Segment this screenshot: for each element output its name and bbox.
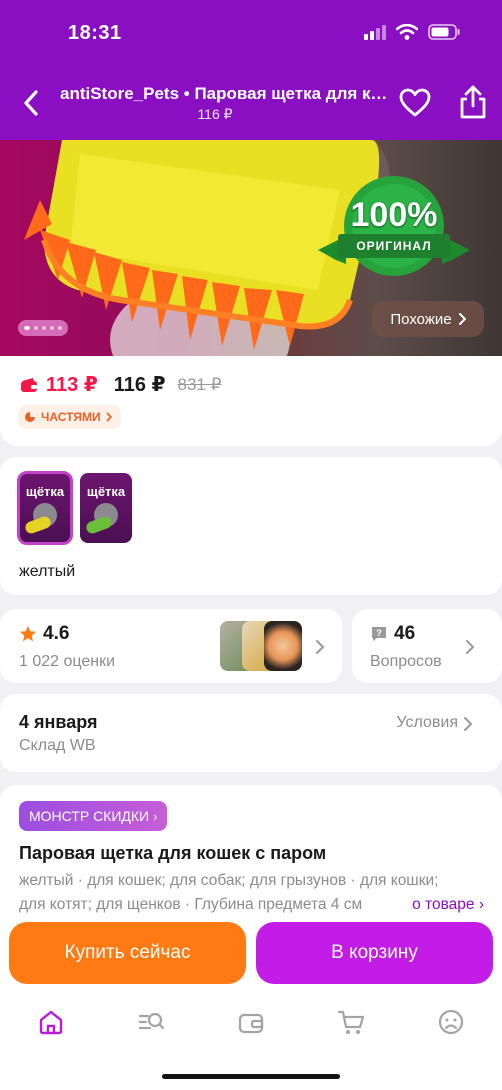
questions-count: 46	[394, 623, 416, 644]
color-swatch-alt[interactable]: щётка	[80, 473, 132, 543]
regular-price: 116 ₽	[113, 374, 166, 396]
wallet-tab-icon[interactable]	[237, 1008, 265, 1036]
rating-card[interactable]: 4.6 1 022 оценки	[0, 609, 342, 683]
installments-button[interactable]: ЧАСТЯМИ	[18, 405, 121, 429]
delivery-date: 4 января	[19, 712, 98, 732]
original-badge-label: ОРИГИНАЛ	[356, 239, 432, 253]
status-time: 18:31	[68, 22, 122, 44]
wallet-price: 113 ₽	[46, 374, 98, 396]
wifi-icon	[396, 24, 418, 40]
price-row: 113 ₽ 116 ₽ 831 ₽	[20, 372, 221, 397]
status-bar: 18:31	[0, 22, 502, 48]
chevron-right-icon	[466, 640, 475, 654]
price-card: 113 ₽ 116 ₽ 831 ₽ ЧАСТЯМИ	[0, 356, 502, 446]
svg-text:?: ?	[376, 628, 382, 638]
review-photos[interactable]	[220, 621, 304, 671]
cart-icon[interactable]	[337, 1008, 365, 1036]
product-gallery[interactable]: 100% ОРИГИНАЛ Похожие	[0, 140, 502, 356]
chevron-right-icon: ›	[153, 808, 158, 824]
old-price: 831 ₽	[177, 374, 222, 394]
questions-row: ? 46	[370, 623, 415, 645]
share-icon[interactable]	[456, 84, 490, 120]
home-icon[interactable]	[37, 1008, 65, 1036]
about-product-link[interactable]: о товаре ›	[390, 893, 484, 917]
rating-value: 4.6	[43, 623, 70, 644]
review-photo[interactable]	[264, 621, 302, 671]
gallery-pagination	[18, 320, 68, 336]
color-card: щётка щётка желтый	[0, 457, 502, 595]
rating-row: 4.6	[19, 623, 69, 645]
back-button[interactable]	[14, 86, 48, 120]
swatch-brush-image	[23, 514, 53, 536]
pagination-dot	[24, 326, 30, 330]
questions-label: Вопросов	[370, 653, 442, 670]
swatch-text: щётка	[86, 484, 126, 499]
promo-badge[interactable]: МОНСТР СКИДКИ ›	[19, 801, 168, 831]
similar-button[interactable]: Похожие	[372, 301, 484, 337]
profile-icon[interactable]	[437, 1008, 465, 1036]
about-product-label: о товаре	[412, 896, 475, 913]
pagination-dot	[34, 326, 38, 330]
star-icon	[20, 626, 36, 642]
color-swatch-yellow[interactable]: щётка	[17, 471, 73, 545]
pagination-dot	[42, 326, 46, 330]
wallet-icon	[21, 377, 37, 392]
pagination-dot	[50, 326, 54, 330]
description-title: Паровая щетка для кошек с паром	[19, 843, 327, 863]
pagination-dot	[58, 326, 62, 330]
chevron-left-icon	[24, 90, 38, 116]
delivery-warehouse: Склад WB	[19, 737, 96, 754]
chevron-right-icon	[458, 313, 466, 325]
similar-label: Похожие	[390, 310, 452, 328]
chevron-right-icon	[106, 412, 112, 422]
add-to-cart-button[interactable]: В корзину	[256, 922, 493, 984]
description-text: желтый · для кошек; для собак; для грызу…	[19, 872, 439, 913]
status-icons	[364, 24, 460, 40]
battery-icon	[428, 24, 460, 40]
swatch-text: щётка	[25, 484, 65, 499]
selected-color-label: желтый	[19, 563, 76, 580]
question-bubble-icon: ?	[372, 627, 386, 641]
delivery-card[interactable]: 4 января Склад WB Условия	[0, 694, 502, 772]
tab-bar	[0, 1000, 502, 1044]
chevron-right-icon: ›	[478, 896, 484, 913]
home-indicator	[162, 1074, 340, 1079]
installments-label: ЧАСТЯМИ	[41, 410, 101, 424]
original-badge-percent: 100%	[350, 196, 438, 234]
rating-count: 1 022 оценки	[19, 653, 116, 670]
top-bar: 18:31 antiStore_Pets • Паровая щетка для…	[0, 0, 502, 140]
catalog-search-icon[interactable]	[137, 1008, 165, 1036]
buy-now-button[interactable]: Купить сейчас	[9, 922, 246, 984]
nav-price: 116 ₽	[197, 106, 233, 122]
signal-icon	[364, 25, 386, 40]
swatch-brush-image	[84, 514, 114, 536]
delivery-conditions-link[interactable]: Условия	[396, 714, 458, 732]
product-title: antiStore_Pets • Паровая щетка для кошек…	[60, 84, 390, 103]
promo-badge-label: МОНСТР СКИДКИ	[29, 808, 150, 824]
pie-chart-icon	[25, 412, 35, 422]
questions-card[interactable]: ? 46 Вопросов	[352, 609, 502, 683]
chevron-right-icon	[316, 640, 325, 654]
nav-bar: antiStore_Pets • Паровая щетка для кошек…	[0, 82, 502, 128]
chevron-right-icon	[464, 717, 473, 731]
favorite-heart-icon[interactable]	[398, 86, 432, 120]
